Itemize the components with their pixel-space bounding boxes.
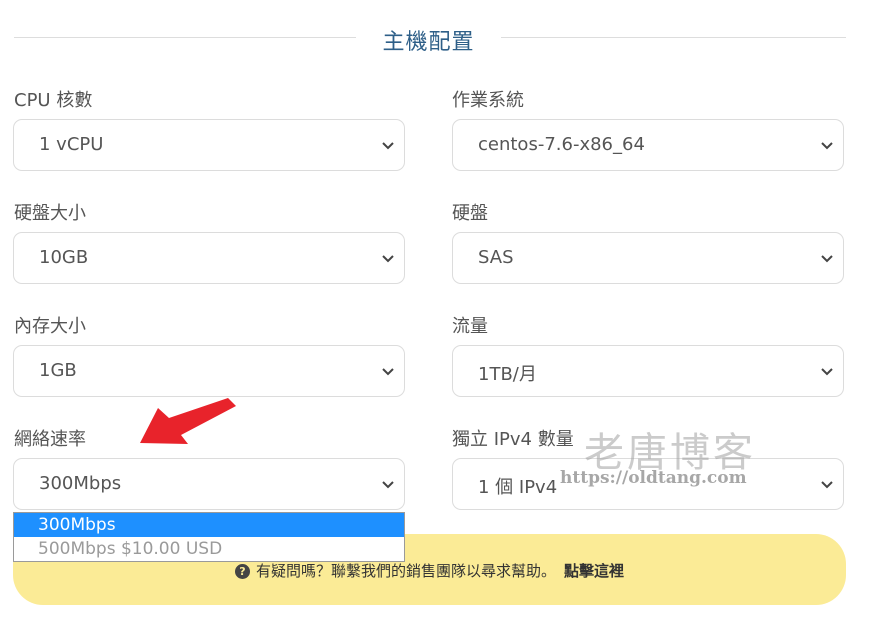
- red-arrow-annotation: [140, 398, 236, 444]
